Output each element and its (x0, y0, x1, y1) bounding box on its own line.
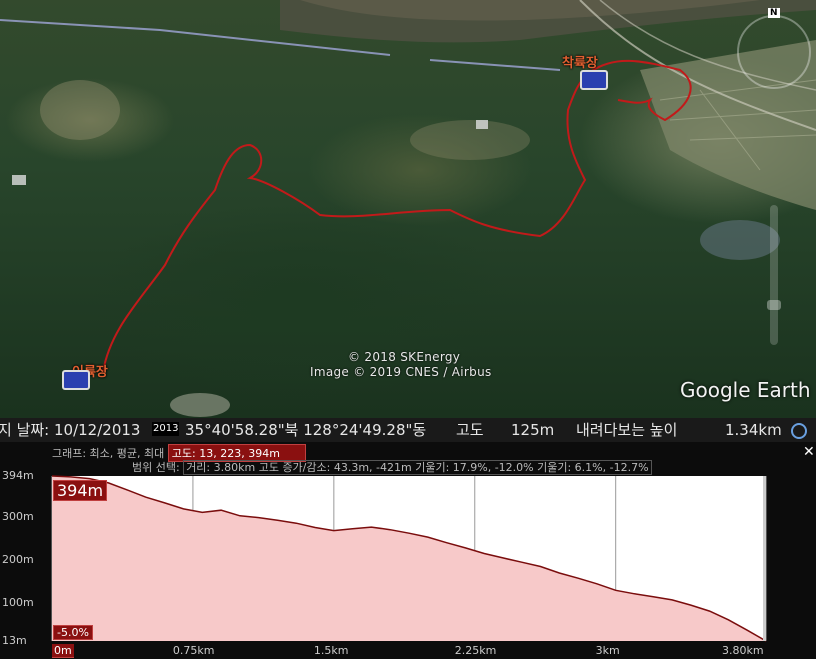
y-tick-label: 300m (2, 509, 34, 523)
imagery-date: 지 날짜: 10/12/2013 (0, 421, 141, 439)
factory-patch (700, 220, 780, 260)
y-tick-label: 200m (2, 553, 34, 567)
power-line-2 (429, 59, 561, 71)
x-tick-label: 0m (52, 644, 74, 658)
y-tick-label: 394m (2, 469, 34, 482)
village-patch (40, 80, 120, 140)
takeoff-marker-icon[interactable] (62, 370, 90, 390)
coordinates: 35°40'58.28"북 128°24'49.28"동 (185, 421, 427, 439)
altitude-label: 고도 (456, 421, 484, 439)
map-view[interactable]: 착륙장 이륙장 N © 2018 SKEnergy Image © 2019 C… (0, 0, 816, 418)
x-tick-label: 0.75km (172, 644, 215, 657)
year-tag: 2013 (152, 422, 180, 436)
copyright-skenergy: © 2018 SKEnergy (348, 350, 461, 364)
google-earth-logo: Google Earth (680, 378, 811, 402)
village-patch (410, 120, 530, 160)
y-tick-label: 13m (2, 634, 27, 647)
elevation-chart[interactable] (0, 442, 816, 659)
range-end-handle[interactable] (763, 476, 766, 641)
elevation-profile-panel: 그래프: 최소, 평균, 최대 고도: 13, 223, 394m 범위 선택:… (0, 442, 816, 659)
copyright-imagery: Image © 2019 CNES / Airbus (310, 365, 492, 379)
zoom-slider-track (770, 205, 778, 345)
y-tick-label: 100m (2, 596, 34, 610)
x-tick-label: 3.80km (722, 644, 764, 657)
zoom-slider-handle[interactable] (767, 300, 781, 310)
max-marker: 394m (53, 480, 108, 501)
slope-marker: -5.0% (53, 625, 93, 640)
x-tick-label: 1.5km (313, 644, 349, 657)
landing-marker-icon[interactable] (580, 70, 608, 90)
landmark-icon (12, 175, 26, 185)
x-tick-label: 3km (595, 644, 620, 657)
quarry-patch (170, 393, 230, 417)
status-bar: 지 날짜: 10/12/2013 2013 35°40'58.28"북 128°… (0, 418, 816, 442)
eye-altitude-label: 내려다보는 높이 (576, 421, 678, 439)
eye-altitude-value: 1.34km (725, 421, 782, 439)
x-tick-label: 2.25km (454, 644, 497, 657)
loading-icon (791, 423, 807, 439)
close-elevation-button[interactable]: ✕ (803, 444, 815, 460)
landing-label: 착륙장 (562, 56, 598, 71)
flight-track (102, 59, 692, 373)
north-icon[interactable]: N (768, 8, 780, 18)
altitude-value: 125m (511, 421, 555, 439)
landmark-icon (476, 120, 488, 129)
